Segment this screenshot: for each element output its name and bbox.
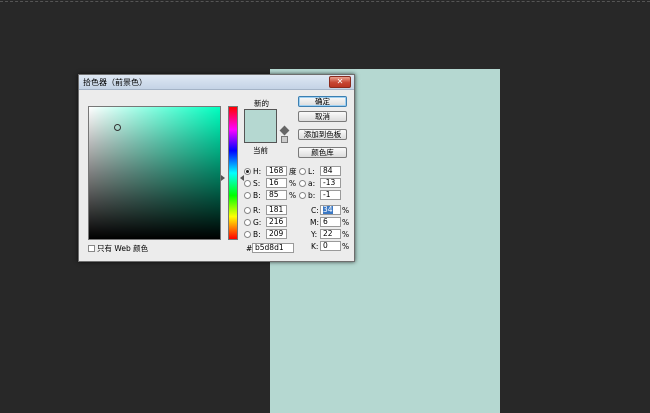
web-only-checkbox[interactable]	[88, 245, 95, 252]
y-input[interactable]: 22	[320, 229, 341, 239]
h-radio[interactable]	[244, 168, 251, 175]
ok-button[interactable]: 确定	[298, 96, 347, 107]
web-only-label: 只有 Web 颜色	[97, 244, 149, 253]
blue-input[interactable]: 209	[266, 229, 287, 239]
gamut-cube-icon[interactable]	[279, 125, 290, 136]
a-radio[interactable]	[299, 180, 306, 187]
current-color-label: 当前	[253, 146, 268, 155]
b-label: B:	[253, 191, 261, 200]
blue-radio[interactable]	[244, 231, 251, 238]
a-label: a:	[308, 179, 316, 188]
r-input[interactable]: 181	[266, 205, 287, 215]
s-radio[interactable]	[244, 180, 251, 187]
k-unit: %	[342, 242, 350, 251]
current-color-swatch[interactable]	[245, 126, 276, 142]
dialog-titlebar[interactable]: 拾色器（前景色） ✕	[79, 75, 354, 90]
s-label: S:	[253, 179, 261, 188]
new-color-swatch	[245, 110, 276, 126]
web-safe-swatch[interactable]	[281, 136, 288, 143]
color-cursor[interactable]	[114, 124, 121, 131]
m-input[interactable]: 6	[320, 217, 341, 227]
lab-b-input[interactable]: -1	[320, 190, 341, 200]
k-label: K:	[311, 242, 319, 251]
color-preview	[244, 109, 277, 143]
l-label: L:	[308, 167, 315, 176]
l-radio[interactable]	[299, 168, 306, 175]
b-unit: %	[289, 191, 297, 200]
hex-input[interactable]: b5d8d1	[252, 243, 294, 253]
hue-slider-left-arrow[interactable]	[221, 175, 225, 181]
h-unit: 度	[289, 167, 297, 176]
m-unit: %	[342, 218, 350, 227]
k-input[interactable]: 0	[320, 241, 341, 251]
close-icon: ✕	[336, 77, 344, 86]
b-radio[interactable]	[244, 192, 251, 199]
a-input[interactable]: -13	[320, 178, 341, 188]
h-label: H:	[253, 167, 262, 176]
saturation-brightness-field[interactable]	[88, 106, 221, 240]
hue-slider-right-arrow[interactable]	[240, 175, 244, 181]
g-input[interactable]: 216	[266, 217, 287, 227]
lab-b-label: b:	[308, 191, 316, 200]
dialog-title: 拾色器（前景色）	[83, 78, 147, 87]
lab-b-radio[interactable]	[299, 192, 306, 199]
m-label: M:	[310, 218, 319, 227]
color-libraries-button[interactable]: 颜色库	[298, 147, 347, 158]
r-radio[interactable]	[244, 207, 251, 214]
blue-label: B:	[253, 230, 261, 239]
top-ruler	[0, 0, 650, 2]
s-input[interactable]: 16	[266, 178, 287, 188]
add-to-swatches-button[interactable]: 添加到色板	[298, 129, 347, 140]
color-picker-dialog: 拾色器（前景色） ✕ 新的 当前 确定 取消 添加到色板 颜色库 H: 168 …	[78, 74, 355, 262]
g-radio[interactable]	[244, 219, 251, 226]
b-input[interactable]: 85	[266, 190, 287, 200]
c-unit: %	[342, 206, 350, 215]
cancel-button[interactable]: 取消	[298, 111, 347, 122]
l-input[interactable]: 84	[320, 166, 341, 176]
r-label: R:	[253, 206, 261, 215]
close-button[interactable]: ✕	[329, 76, 351, 88]
hue-slider[interactable]	[228, 106, 238, 240]
new-color-label: 新的	[254, 99, 269, 108]
h-input[interactable]: 168	[266, 166, 287, 176]
y-unit: %	[342, 230, 350, 239]
s-unit: %	[289, 179, 297, 188]
c-label: C:	[311, 206, 319, 215]
c-input[interactable]: 34	[320, 205, 341, 215]
y-label: Y:	[311, 230, 318, 239]
g-label: G:	[253, 218, 262, 227]
